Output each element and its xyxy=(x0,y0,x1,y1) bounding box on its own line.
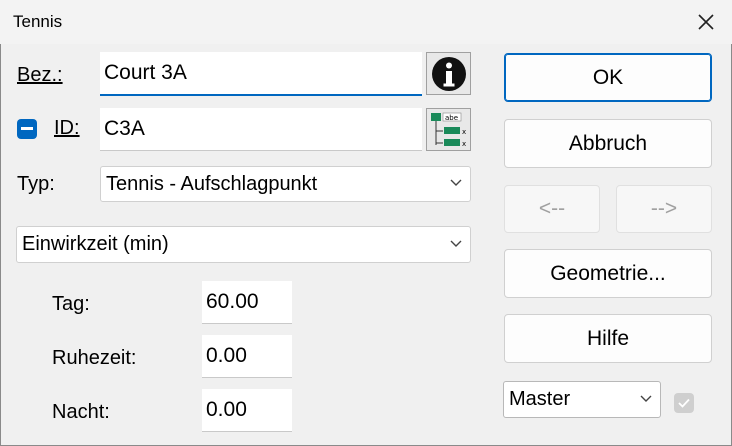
nacht-label: Nacht: xyxy=(52,401,110,423)
hilfe-button[interactable]: Hilfe xyxy=(504,314,712,363)
id-input[interactable]: C3A xyxy=(100,108,422,151)
ruhezeit-input[interactable]: 0.00 xyxy=(202,335,292,378)
chevron-down-icon xyxy=(450,240,462,247)
ruhezeit-value: 0.00 xyxy=(206,344,247,367)
svg-text:x: x xyxy=(462,128,466,136)
table-button[interactable]: abe x x xyxy=(426,108,471,151)
previous-button-label: <-- xyxy=(538,197,566,220)
tag-label: Tag: xyxy=(52,293,90,315)
close-button[interactable] xyxy=(689,6,723,38)
minus-icon xyxy=(21,127,33,130)
close-icon xyxy=(698,14,714,30)
bez-label: Bez.: xyxy=(17,64,63,86)
typ-select-value: Tennis - Aufschlagpunkt xyxy=(106,172,318,195)
geometrie-button[interactable]: Geometrie... xyxy=(504,249,712,298)
bez-input[interactable]: Court 3A xyxy=(100,52,422,96)
master-select[interactable]: Master xyxy=(503,381,661,418)
chevron-down-icon xyxy=(640,395,652,402)
table-icon: abe x x xyxy=(430,112,466,148)
svg-text:abe: abe xyxy=(445,114,458,122)
bez-value: Court 3A xyxy=(104,61,187,84)
abbruch-button[interactable]: Abbruch xyxy=(504,119,712,168)
ruhezeit-label: Ruhezeit: xyxy=(52,347,137,369)
next-button-label: --> xyxy=(650,197,678,220)
einwirkzeit-select[interactable]: Einwirkzeit (min) xyxy=(16,226,471,263)
info-icon xyxy=(431,56,466,91)
svg-text:x: x xyxy=(462,140,466,148)
previous-button[interactable]: <-- xyxy=(504,185,600,233)
window-title: Tennis xyxy=(13,12,63,31)
nacht-value: 0.00 xyxy=(206,398,247,421)
info-button[interactable] xyxy=(426,52,471,95)
master-checkbox[interactable] xyxy=(674,393,694,413)
next-button[interactable]: --> xyxy=(616,185,712,233)
tag-value: 60.00 xyxy=(206,290,259,313)
typ-label: Typ: xyxy=(17,173,55,195)
nacht-input[interactable]: 0.00 xyxy=(202,389,292,432)
master-select-value: Master xyxy=(509,388,571,410)
id-checkbox[interactable] xyxy=(17,119,37,139)
title-bar xyxy=(0,0,732,44)
chevron-down-icon xyxy=(450,179,462,186)
check-icon xyxy=(678,398,690,408)
id-value: C3A xyxy=(104,117,145,140)
typ-select[interactable]: Tennis - Aufschlagpunkt xyxy=(100,166,471,202)
id-label: ID: xyxy=(54,117,80,139)
ok-button[interactable]: OK xyxy=(504,53,712,102)
tag-input[interactable]: 60.00 xyxy=(202,281,292,324)
einwirkzeit-select-value: Einwirkzeit (min) xyxy=(22,233,169,255)
